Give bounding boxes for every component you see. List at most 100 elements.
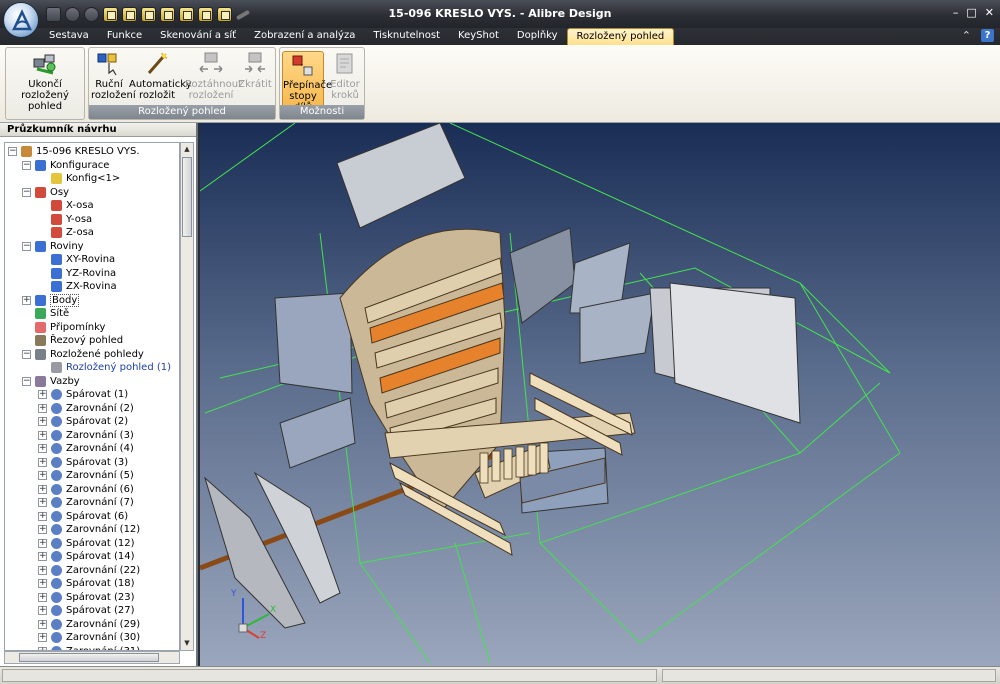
tree-node[interactable]: Sítě: [22, 307, 175, 320]
tree-node[interactable]: XY-Rovina: [38, 253, 175, 266]
scroll-down-arrow-icon[interactable]: ▼: [181, 637, 193, 650]
close-button[interactable]: ✕: [985, 6, 994, 19]
point-icon: [35, 294, 46, 306]
plane-icon: [35, 240, 46, 252]
tree-node[interactable]: + Spárovat (18): [38, 577, 175, 590]
auto-explode-button[interactable]: Automaticky rozložit: [129, 51, 192, 101]
tree-node[interactable]: + Spárovat (27): [38, 604, 175, 617]
expand-icon[interactable]: +: [38, 552, 47, 561]
alibre-logo-icon: [12, 9, 32, 31]
expand-icon[interactable]: +: [38, 538, 47, 548]
manual-explode-button[interactable]: Ruční rozložení: [91, 51, 136, 101]
tab-doplnky[interactable]: Doplňky: [508, 28, 567, 45]
tree-node[interactable]: + Zarovnání (2): [38, 402, 175, 415]
expand-icon[interactable]: +: [22, 295, 31, 305]
tab-tisknutelnost[interactable]: Tisknutelnost: [364, 28, 449, 45]
tree-node[interactable]: − Konfigurace: [22, 159, 175, 172]
tree-node[interactable]: + Zarovnání (4): [38, 442, 175, 455]
collapse-icon[interactable]: −: [22, 160, 31, 170]
tab-rozlozeny-pohled[interactable]: Rozložený pohled: [566, 28, 675, 46]
expand-icon[interactable]: +: [38, 606, 47, 615]
tree-node[interactable]: + Zarovnání (29): [38, 618, 175, 631]
expand-icon[interactable]: +: [38, 498, 47, 507]
tree-node[interactable]: + Zarovnání (6): [38, 483, 175, 496]
shorten-button[interactable]: Zkrátit: [237, 51, 273, 90]
expand-icon[interactable]: +: [38, 633, 47, 642]
expand-icon[interactable]: +: [38, 390, 47, 399]
constraint-icon: [51, 470, 62, 481]
design-explorer-tree: −15-096 KRESLO VYS. − Konfigurace Konfig<1>…: [4, 142, 180, 651]
collapse-icon[interactable]: −: [22, 376, 31, 386]
step-editor-button[interactable]: Editor kroků: [326, 51, 364, 101]
tree-node[interactable]: Z-osa: [38, 226, 175, 239]
tree-node-label: Konfig<1>: [66, 173, 121, 184]
exit-exploded-view-button[interactable]: Ukončí rozložený pohled: [8, 51, 82, 112]
tree-node[interactable]: + Zarovnání (22): [38, 564, 175, 577]
tree-node[interactable]: + Zarovnání (3): [38, 429, 175, 442]
tree-hscroll-thumb[interactable]: [19, 653, 159, 662]
expand-icon[interactable]: +: [38, 511, 47, 521]
tree-node[interactable]: + Spárovat (12): [38, 537, 175, 550]
help-icon[interactable]: ?: [981, 29, 994, 42]
tree-vertical-scrollbar[interactable]: ▲ ▼: [180, 142, 194, 651]
expand-icon[interactable]: +: [38, 430, 47, 440]
collapse-icon[interactable]: −: [22, 241, 31, 251]
tree-node[interactable]: + Zarovnání (12): [38, 523, 175, 536]
maximize-button[interactable]: □: [966, 6, 976, 19]
tree-node[interactable]: X-osa: [38, 199, 175, 212]
tree-node[interactable]: − Vazby: [22, 375, 175, 388]
expand-icon[interactable]: +: [38, 619, 47, 629]
tree-node[interactable]: Y-osa: [38, 213, 175, 226]
tree-node[interactable]: YZ-Rovina: [38, 267, 175, 280]
collapse-icon[interactable]: −: [22, 349, 31, 359]
ribbon-collapse-icon[interactable]: ⌃: [962, 29, 971, 42]
collapse-icon[interactable]: −: [8, 147, 17, 156]
tree-vscroll-thumb[interactable]: [182, 157, 192, 237]
tree-node[interactable]: Připomínky: [22, 321, 175, 334]
tree-node[interactable]: + Zarovnání (5): [38, 469, 175, 482]
tab-sestava[interactable]: Sestava: [40, 28, 98, 45]
tree-node[interactable]: Řezový pohled: [22, 334, 175, 347]
expand-icon[interactable]: +: [38, 525, 47, 534]
expand-icon[interactable]: +: [38, 484, 47, 494]
expand-explode-button[interactable]: Roztáhnout rozložení: [185, 51, 242, 101]
3d-viewport[interactable]: Y X Z: [200, 123, 1000, 666]
app-menu-button[interactable]: [3, 2, 39, 38]
expand-icon[interactable]: +: [38, 565, 47, 575]
collapse-icon[interactable]: −: [22, 187, 31, 197]
constraint-icon: [51, 578, 62, 589]
tree-node[interactable]: − Roviny: [22, 240, 175, 253]
tree-node[interactable]: Konfig<1>: [38, 172, 175, 185]
tree-node-label: Rozložený pohled (1): [66, 362, 172, 373]
tree-node[interactable]: − Osy: [22, 186, 175, 199]
tree-node[interactable]: + Spárovat (3): [38, 456, 175, 469]
expand-icon[interactable]: +: [38, 579, 47, 588]
tree-node[interactable]: + Spárovat (2): [38, 415, 175, 428]
expand-icon[interactable]: +: [38, 471, 47, 480]
expand-icon[interactable]: +: [38, 403, 47, 413]
tree-node[interactable]: + Spárovat (23): [38, 591, 175, 604]
tree-horizontal-scrollbar[interactable]: [4, 651, 180, 664]
tree-node[interactable]: ZX-Rovina: [38, 280, 175, 293]
tab-zobrazeni[interactable]: Zobrazení a analýza: [245, 28, 364, 45]
tree-node[interactable]: + Zarovnání (30): [38, 631, 175, 644]
expand-icon[interactable]: +: [38, 444, 47, 453]
tree-node[interactable]: Rozložený pohled (1): [38, 361, 175, 374]
expand-icon[interactable]: +: [38, 417, 47, 426]
minimize-button[interactable]: –: [953, 6, 959, 19]
constraint-icon: [51, 456, 62, 468]
tree-node[interactable]: − Rozložené pohledy: [22, 348, 175, 361]
tab-skenovani[interactable]: Skenování a síť: [151, 28, 245, 45]
expand-icon[interactable]: +: [38, 592, 47, 602]
tab-keyshot[interactable]: KeyShot: [449, 28, 508, 45]
tab-funkce[interactable]: Funkce: [98, 28, 151, 45]
tree-node[interactable]: − 15-096 KRESLO VYS.: [8, 145, 175, 158]
tree-node[interactable]: + Body: [22, 293, 175, 307]
window-title: 15-096 KRESLO VYS. - Alibre Design: [388, 7, 612, 20]
expand-icon[interactable]: +: [38, 457, 47, 467]
tree-node[interactable]: + Spárovat (6): [38, 510, 175, 523]
tree-node[interactable]: + Spárovat (14): [38, 550, 175, 563]
tree-node[interactable]: + Spárovat (1): [38, 388, 175, 401]
scroll-up-arrow-icon[interactable]: ▲: [181, 143, 193, 156]
tree-node[interactable]: + Zarovnání (7): [38, 496, 175, 509]
